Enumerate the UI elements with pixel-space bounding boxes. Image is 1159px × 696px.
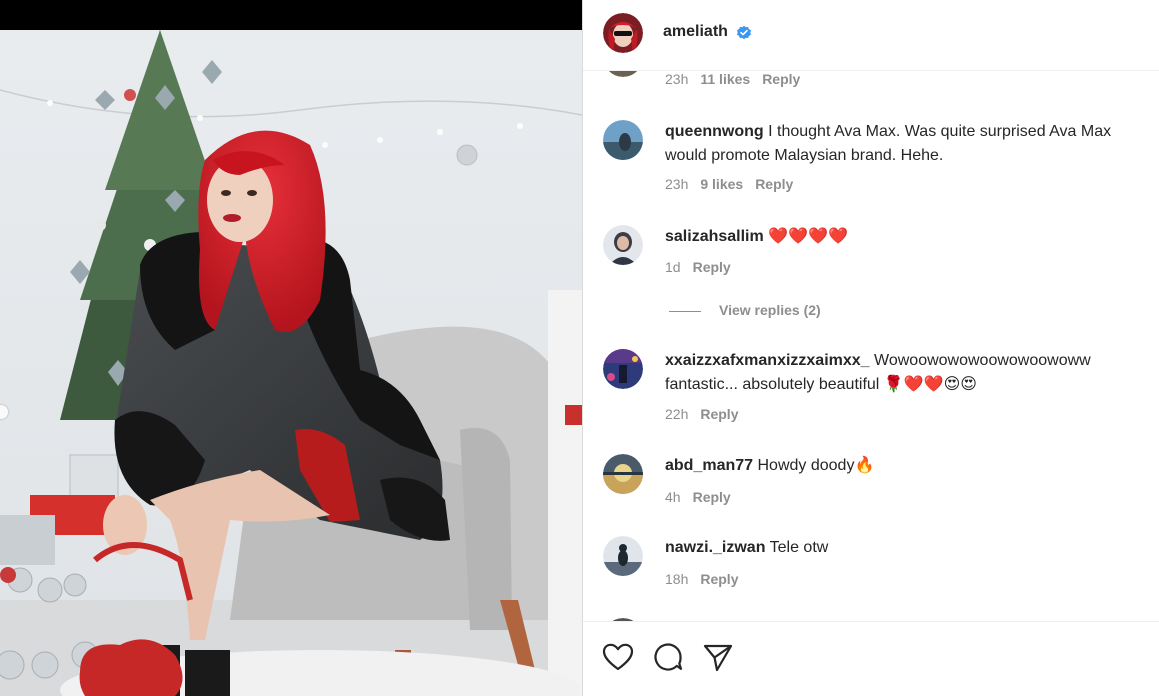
comments-panel: ameliath 23h 11 likes Reply queennwong I t… [583,0,1159,696]
comment-likes[interactable]: 9 likes [700,176,743,192]
post-media[interactable] [0,0,582,696]
comment-time: 22h [665,406,689,422]
comment-text: Tele otw [769,539,829,556]
comment-meta: 23h 11 likes Reply [665,71,800,87]
comment-time: 18h [665,571,689,587]
comment-body: xxaizzxafxmanxizzxaimxx_ Wowoowowowoowow… [665,349,1153,397]
comment-avatar[interactable] [603,349,643,389]
comment-avatar[interactable] [603,120,643,160]
comment-likes[interactable]: 11 likes [700,71,750,87]
comment-username[interactable]: nawzi._izwan [665,539,765,556]
paper-plane-icon[interactable] [701,640,735,674]
comment-avatar[interactable] [603,225,643,265]
comment-body: nawzi._izwan Tele otw [665,536,1153,560]
reply-button[interactable]: Reply [693,489,731,505]
comment-username[interactable]: abd_man77 [665,457,753,474]
comment-time: 1d [665,259,681,275]
comment-text: Howdy doody🔥 [757,457,875,474]
view-replies-label: View replies (2) [719,302,821,318]
reply-button[interactable]: Reply [700,406,738,422]
speech-bubble-icon[interactable] [651,640,685,674]
comment-meta: 1d Reply [665,259,731,275]
comment-meta: 4h Reply [665,489,731,505]
verified-badge-icon [736,25,752,41]
comment-time: 4h [665,489,681,505]
comment-time: 23h [665,71,689,87]
comment-meta: 18h Reply [665,571,738,587]
comment-time: 23h [665,176,689,192]
comment-body: salizahsallim ❤️❤️❤️❤️ [665,225,1153,249]
comment-username[interactable]: xxaizzxafxmanxizzxaimxx_ [665,352,870,369]
view-replies-button[interactable]: View replies (2) [669,302,821,318]
heart-outline-icon[interactable] [601,640,635,674]
comment-body: queennwong I thought Ava Max. Was quite … [665,120,1153,168]
comments-list[interactable]: 23h 11 likes Reply queennwong I thought Av… [583,71,1159,621]
actions-divider [583,621,1159,622]
reply-button[interactable]: Reply [762,71,800,87]
reply-button[interactable]: Reply [693,259,731,275]
comment-meta: 23h 9 likes Reply [665,176,793,192]
comment-avatar[interactable] [603,71,643,77]
comment-body: abd_man77 Howdy doody🔥 [665,454,1153,478]
author-username[interactable]: ameliath [663,23,728,41]
comment-meta: 22h Reply [665,406,738,422]
post-header: ameliath [583,0,1159,71]
comment-avatar[interactable] [603,454,643,494]
comment-username[interactable]: queennwong [665,123,764,140]
comment-username[interactable]: salizahsallim [665,228,764,245]
post-actions-bar [583,640,1159,678]
author-avatar[interactable] [603,13,643,53]
view-replies-line [669,310,701,312]
comment-text: ❤️❤️❤️❤️ [768,228,848,245]
reply-button[interactable]: Reply [700,571,738,587]
comment-avatar[interactable] [603,536,643,576]
post-photo [0,0,582,696]
reply-button[interactable]: Reply [755,176,793,192]
